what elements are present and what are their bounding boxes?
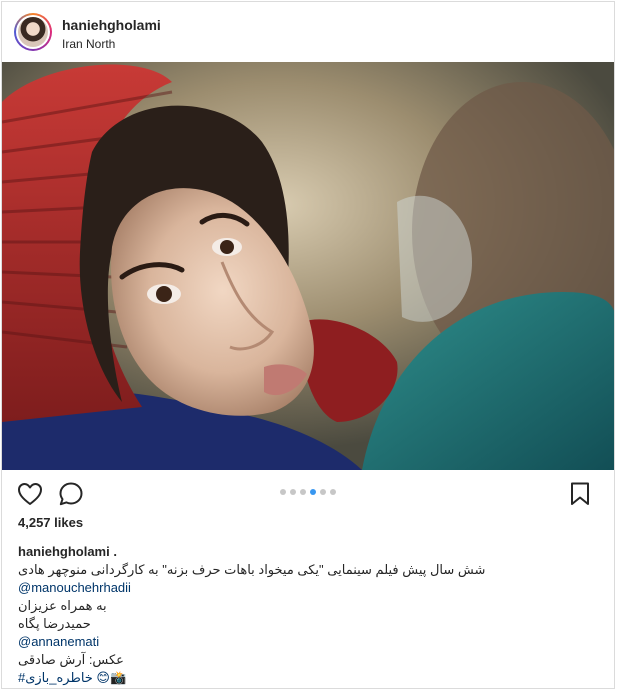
post-caption: haniehgholami . شش سال پیش فیلم سینمایی … [18,543,604,687]
caption-line: حمیدرضا پگاه [18,616,91,631]
post-photo[interactable] [2,62,614,470]
avatar [18,17,48,47]
carousel-dot [310,489,316,495]
likes-count[interactable]: 4,257 likes [18,515,83,530]
avatar-story-ring[interactable] [14,13,52,51]
post-photo-illustration [2,62,614,470]
comment-icon[interactable] [57,480,85,508]
caption-line: عکس: آرش صادقی [18,652,124,667]
heart-icon[interactable] [16,480,44,508]
carousel-dot [300,489,306,495]
carousel-dot [280,489,286,495]
caption-mention-link[interactable]: @manouchehrhadii [18,579,604,597]
caption-hashtag-link[interactable]: 📸😊 خاطره_بازی# [18,669,604,687]
caption-author[interactable]: haniehgholami . [18,543,604,561]
caption-mention-link[interactable]: @annanemati [18,633,604,651]
caption-line: شش سال پیش فیلم سینمایی "یکی میخواد باها… [18,562,486,577]
post-username[interactable]: haniehgholami [62,17,161,33]
bookmark-icon[interactable] [566,480,594,508]
instagram-post-card: haniehgholami Iran North 4,257 likes han… [1,1,615,689]
caption-line: به همراه عزیزان [18,598,107,613]
carousel-dot [330,489,336,495]
post-actions [2,477,614,511]
post-header: haniehgholami Iran North [2,2,614,61]
post-location[interactable]: Iran North [62,37,115,51]
carousel-dot [320,489,326,495]
carousel-dot [290,489,296,495]
carousel-indicator [280,489,336,495]
avatar-frame [16,15,50,49]
